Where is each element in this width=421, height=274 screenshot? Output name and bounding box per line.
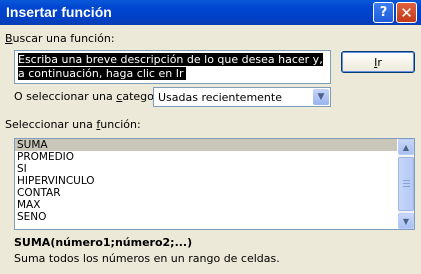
list-item[interactable]: HIPERVINCULO bbox=[15, 175, 397, 187]
go-button[interactable]: Ir bbox=[341, 51, 415, 73]
function-list-label: Seleccionar una función: bbox=[5, 118, 141, 131]
arrow-up-icon[interactable]: ▲ bbox=[398, 139, 414, 155]
search-label: Buscar una función: bbox=[5, 32, 115, 45]
list-item[interactable]: SUMA bbox=[15, 139, 397, 151]
list-item[interactable]: PROMEDIO bbox=[15, 151, 397, 163]
insert-function-dialog: Insertar función ? ✕ Buscar una función:… bbox=[0, 0, 421, 274]
scrollbar-thumb[interactable] bbox=[398, 157, 414, 211]
help-icon: ? bbox=[379, 5, 388, 20]
category-select[interactable]: Usadas recientemente ▼ bbox=[153, 87, 331, 107]
category-selected-value: Usadas recientemente bbox=[158, 91, 282, 104]
function-syntax: SUMA(número1;número2;...) bbox=[14, 236, 193, 249]
close-icon: ✕ bbox=[400, 3, 413, 22]
chevron-down-icon[interactable]: ▼ bbox=[313, 89, 329, 105]
title-bar[interactable]: Insertar función ? ✕ bbox=[0, 0, 421, 25]
search-input[interactable]: Escriba una breve descripción de lo que … bbox=[14, 50, 331, 84]
dialog-title: Insertar función bbox=[6, 4, 112, 20]
category-label: O seleccionar una categoría: bbox=[14, 90, 172, 103]
close-button[interactable]: ✕ bbox=[396, 2, 417, 23]
list-item[interactable]: MAX bbox=[15, 199, 397, 211]
list-scrollbar[interactable]: ▲ ▼ bbox=[398, 139, 414, 229]
search-input-text: Escriba una breve descripción de lo que … bbox=[18, 53, 323, 80]
arrow-down-icon[interactable]: ▼ bbox=[398, 213, 414, 229]
list-item[interactable]: SENO bbox=[15, 211, 397, 223]
function-description: Suma todos los números en un rango de ce… bbox=[14, 252, 280, 265]
help-button[interactable]: ? bbox=[373, 2, 394, 23]
function-list[interactable]: SUMA PROMEDIO SI HIPERVINCULO CONTAR MAX… bbox=[14, 138, 415, 230]
list-item[interactable]: CONTAR bbox=[15, 187, 397, 199]
list-item[interactable]: SI bbox=[15, 163, 397, 175]
